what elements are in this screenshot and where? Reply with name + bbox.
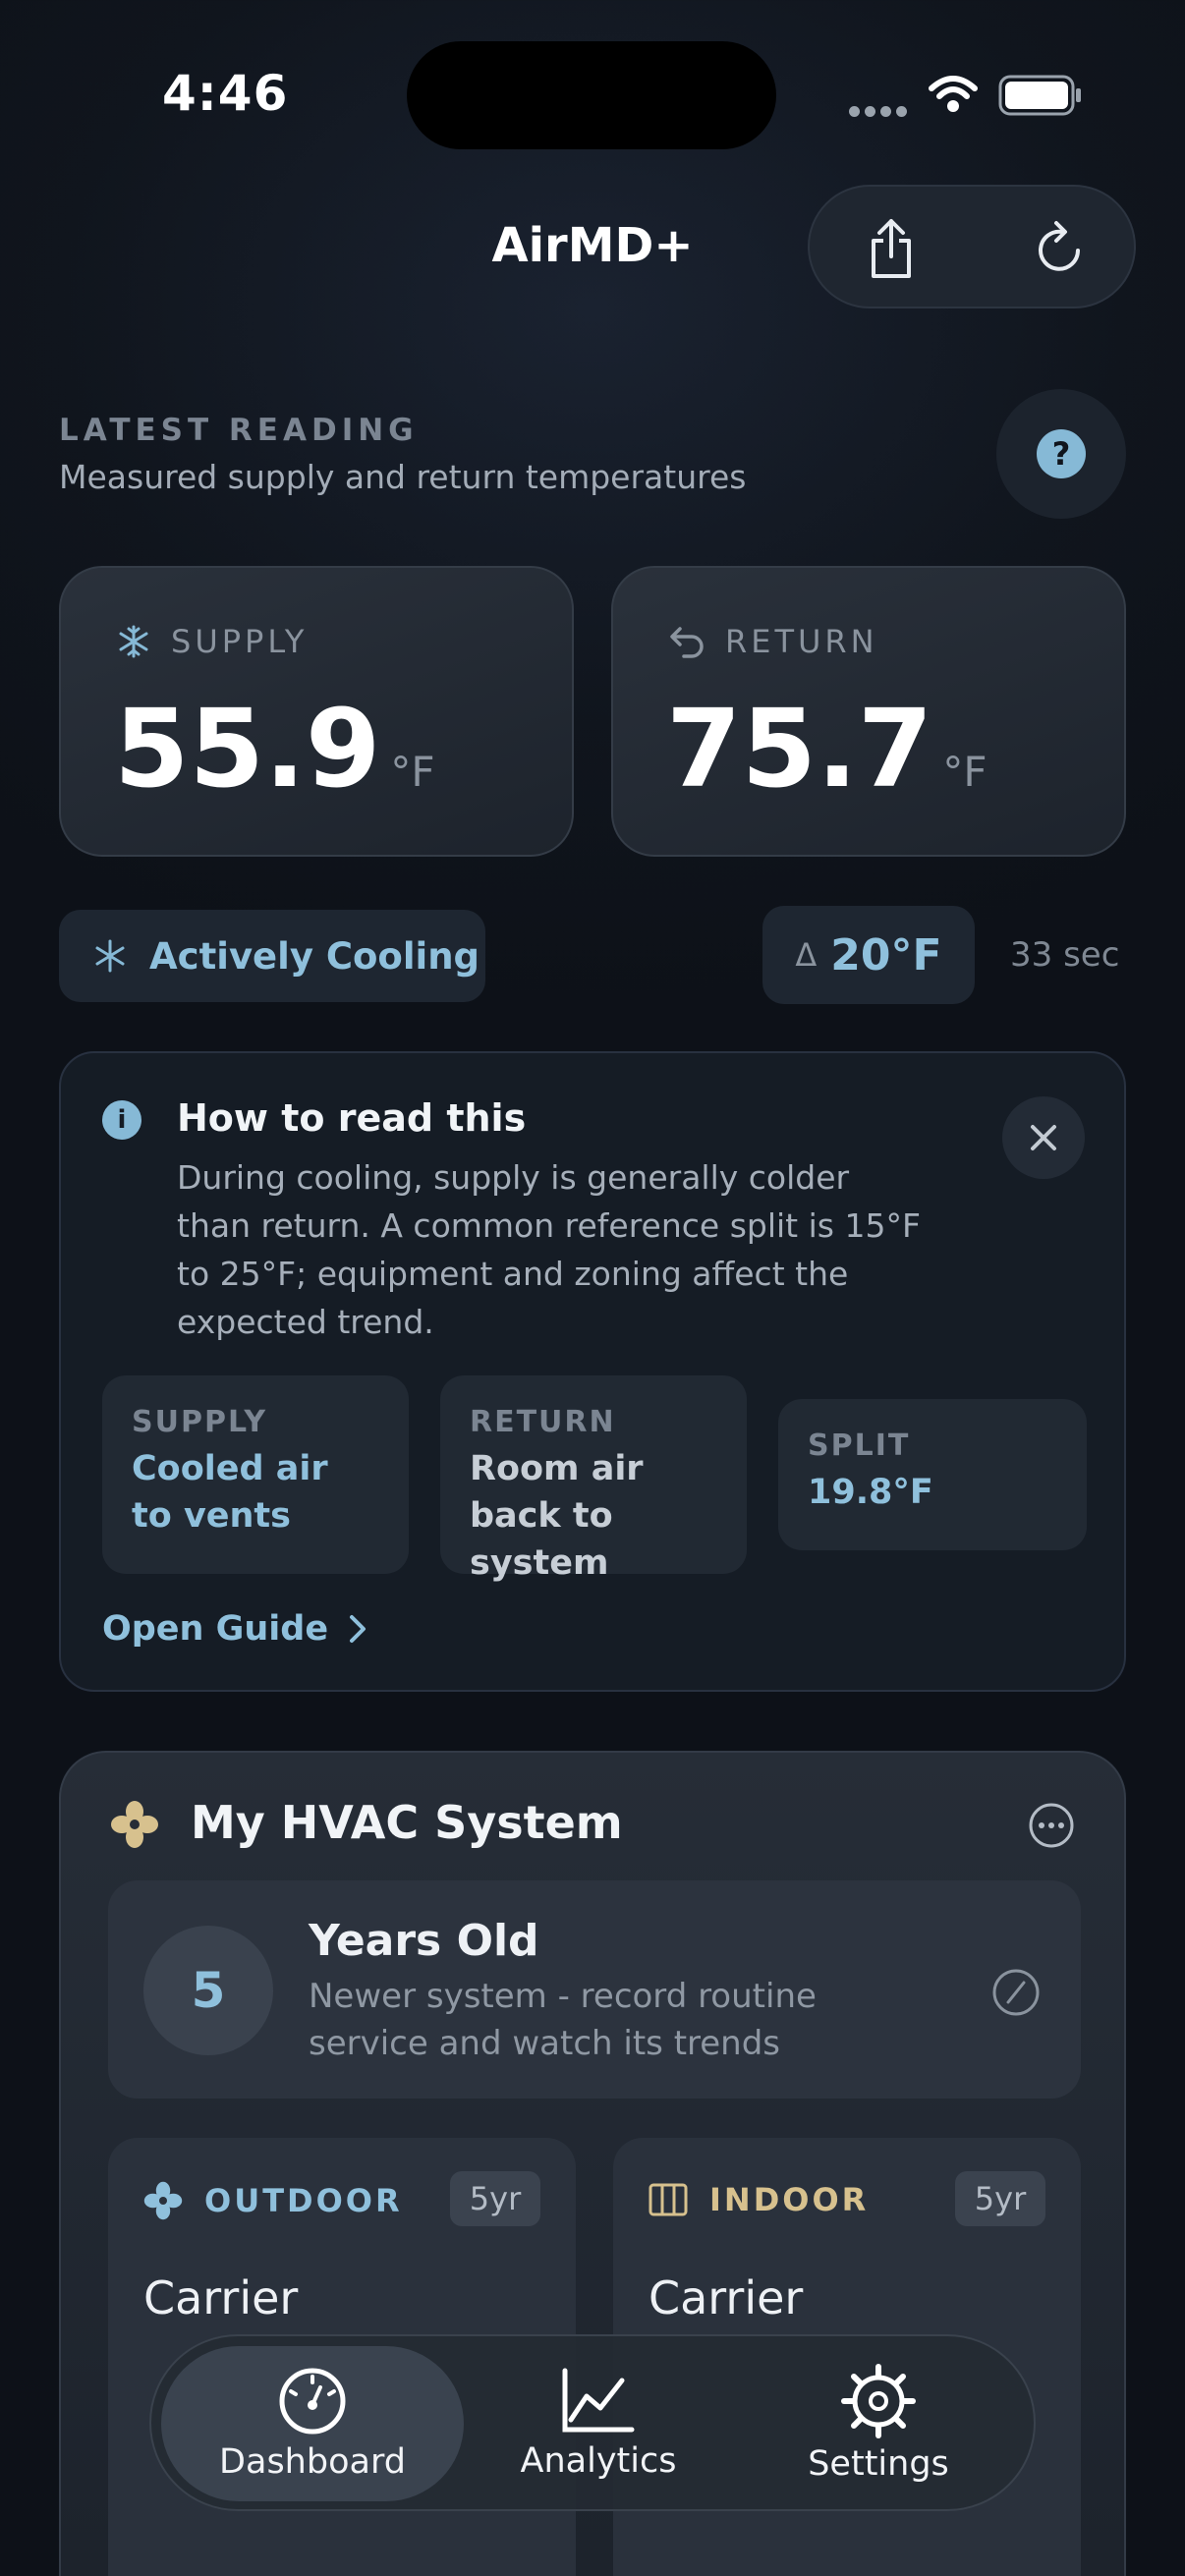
- help-icon: ?: [1037, 429, 1086, 478]
- delta-badge: Δ 20°F: [762, 906, 975, 1004]
- return-unit: °F: [942, 748, 988, 796]
- wifi-icon: [929, 76, 978, 112]
- chevron-right-icon: [350, 1615, 367, 1643]
- indoor-age: 5yr: [955, 2171, 1045, 2226]
- open-guide-label: Open Guide: [102, 1609, 329, 1649]
- edit-disabled-icon[interactable]: [990, 1967, 1042, 2018]
- supply-explainer: SUPPLY Cooled air to vents: [102, 1375, 409, 1574]
- explainer-key: RETURN: [470, 1405, 616, 1439]
- mode-text: Actively Cooling: [149, 934, 480, 978]
- supply-unit: °F: [390, 748, 435, 796]
- tab-label: Analytics: [520, 2441, 677, 2481]
- section-subtitle: Measured supply and return temperatures: [59, 458, 747, 496]
- return-arrow-icon: [670, 627, 704, 658]
- supply-label: SUPPLY: [171, 623, 309, 660]
- elapsed-time: 33 sec: [1010, 935, 1120, 975]
- delta-value: 20°F: [830, 929, 942, 980]
- more-options-button[interactable]: [1028, 1802, 1075, 1849]
- gauge-icon: [279, 2368, 346, 2435]
- tab-analytics[interactable]: Analytics: [485, 2346, 711, 2501]
- share-button[interactable]: [857, 214, 926, 283]
- close-icon: [1031, 1125, 1056, 1150]
- tab-settings[interactable]: Settings: [741, 2346, 1016, 2501]
- supply-card[interactable]: SUPPLY 55.9 °F: [59, 566, 574, 857]
- signal-icon: [849, 102, 912, 121]
- return-card[interactable]: RETURN 75.7 °F: [611, 566, 1126, 857]
- chart-icon: [562, 2368, 635, 2433]
- supply-value: 55.9: [114, 686, 381, 812]
- fan-icon: [111, 1801, 158, 1848]
- indoor-tag: INDOOR: [709, 2181, 870, 2218]
- system-age-row[interactable]: 5 Years Old Newer system - record routin…: [108, 1880, 1081, 2099]
- explainer-key: SUPPLY: [132, 1405, 268, 1439]
- battery-icon: [998, 75, 1081, 116]
- refresh-icon: [1039, 221, 1080, 271]
- mode-badge: Actively Cooling: [59, 910, 485, 1002]
- snowflake-icon: [95, 939, 125, 973]
- tab-label: Settings: [808, 2444, 949, 2484]
- hvac-title: My HVAC System: [191, 1796, 623, 1849]
- section-label: LATEST READING: [59, 413, 419, 448]
- explainer-value: 19.8°F: [808, 1473, 933, 1512]
- tab-bar: Dashboard Analytics Settings: [149, 2334, 1036, 2511]
- return-label: RETURN: [725, 623, 878, 660]
- fan-icon: [143, 2181, 183, 2220]
- age-badge: 5: [143, 1926, 273, 2055]
- indoor-brand: Carrier: [649, 2271, 804, 2324]
- outdoor-brand: Carrier: [143, 2271, 299, 2324]
- split-explainer: SPLIT 19.8°F: [778, 1399, 1087, 1550]
- age-title: Years Old: [309, 1916, 539, 1966]
- air-handler-icon: [649, 2183, 688, 2216]
- return-value: 75.7: [666, 686, 933, 812]
- explainer-key: SPLIT: [808, 1428, 911, 1463]
- dynamic-island: [407, 41, 776, 149]
- how-to-read-card: i How to read this During cooling, suppl…: [59, 1051, 1126, 1692]
- gear-icon: [841, 2364, 916, 2438]
- return-explainer: RETURN Room air back to system: [440, 1375, 747, 1583]
- info-title: How to read this: [177, 1096, 527, 1140]
- outdoor-tag: OUTDOOR: [204, 2182, 403, 2219]
- explainer-value: Room air back to system: [470, 1449, 644, 1583]
- help-button[interactable]: ?: [996, 389, 1126, 519]
- outdoor-age: 5yr: [450, 2171, 540, 2226]
- explainer-value: Cooled air to vents: [132, 1449, 328, 1536]
- info-body: During cooling, supply is generally cold…: [177, 1158, 921, 1341]
- delta-icon: Δ: [795, 936, 818, 974]
- share-icon: [872, 219, 911, 278]
- refresh-button[interactable]: [1026, 214, 1095, 283]
- tab-dashboard[interactable]: Dashboard: [161, 2346, 464, 2501]
- close-button[interactable]: [1002, 1096, 1085, 1179]
- snowflake-icon: [119, 625, 148, 658]
- age-subtitle: Newer system - record routine service an…: [309, 1977, 817, 2063]
- header-actions: [808, 185, 1136, 308]
- status-time: 4:46: [162, 65, 289, 122]
- tab-label: Dashboard: [219, 2442, 406, 2482]
- info-icon: i: [102, 1100, 141, 1140]
- open-guide-link[interactable]: Open Guide: [102, 1609, 367, 1649]
